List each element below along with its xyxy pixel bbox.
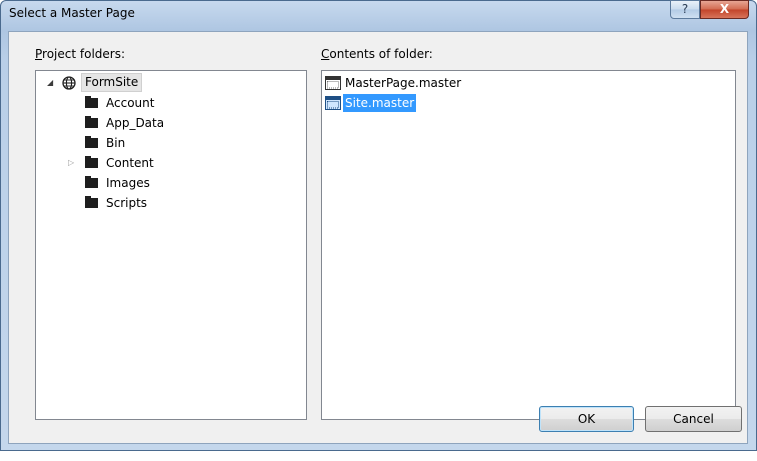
dialog-title: Select a Master Page: [9, 6, 135, 20]
folder-icon: [85, 176, 98, 188]
list-item-masterpage[interactable]: MasterPage.master: [322, 73, 735, 93]
list-item-label: MasterPage.master: [345, 76, 462, 90]
tree-item-app-data[interactable]: App_Data: [36, 113, 306, 133]
ok-button[interactable]: OK: [539, 406, 634, 432]
project-folders-tree[interactable]: ◢ FormSite Account App_Data Bin ▷ Conten…: [35, 70, 307, 420]
master-page-icon: [325, 76, 341, 90]
contents-of-folder-label: Contents of folder:: [321, 47, 433, 61]
tree-item-account[interactable]: Account: [36, 93, 306, 113]
master-page-icon: [325, 96, 341, 110]
tree-item-images[interactable]: Images: [36, 173, 306, 193]
tree-item-bin[interactable]: Bin: [36, 133, 306, 153]
globe-icon: [62, 76, 76, 90]
dialog-window: Select a Master Page ? X Project folders…: [0, 0, 757, 451]
folder-icon: [85, 196, 98, 208]
folder-icon: [85, 96, 98, 108]
list-item-site-master[interactable]: Site.master: [322, 93, 735, 113]
cancel-button[interactable]: Cancel: [645, 406, 742, 432]
tree-item-root[interactable]: ◢ FormSite: [36, 73, 306, 93]
tree-item-label: Images: [106, 176, 150, 190]
folder-contents-list[interactable]: MasterPage.master Site.master: [321, 70, 736, 420]
folder-icon: [85, 116, 98, 128]
close-icon: X: [719, 2, 730, 16]
expand-arrow-icon[interactable]: ◢: [47, 73, 53, 93]
tree-item-label: FormSite: [81, 73, 143, 92]
tree-item-label: Account: [106, 96, 155, 110]
help-button[interactable]: ?: [670, 0, 700, 19]
project-folders-label: Project folders:: [35, 47, 126, 61]
tree-item-label: App_Data: [106, 116, 165, 130]
help-icon: ?: [681, 2, 689, 16]
folder-icon: [85, 156, 98, 168]
expand-arrow-icon[interactable]: ▷: [68, 153, 74, 173]
close-button[interactable]: X: [700, 0, 749, 19]
tree-item-label: Bin: [106, 136, 126, 150]
tree-item-label: Scripts: [106, 196, 148, 210]
tree-item-label: Content: [106, 156, 154, 170]
tree-item-scripts[interactable]: Scripts: [36, 193, 306, 213]
folder-icon: [85, 136, 98, 148]
tree-item-content[interactable]: ▷ Content: [36, 153, 306, 173]
title-bar[interactable]: Select a Master Page ? X: [1, 0, 756, 27]
list-item-label: Site.master: [343, 94, 417, 112]
dialog-body: Project folders: Contents of folder: ◢ F…: [8, 31, 748, 444]
